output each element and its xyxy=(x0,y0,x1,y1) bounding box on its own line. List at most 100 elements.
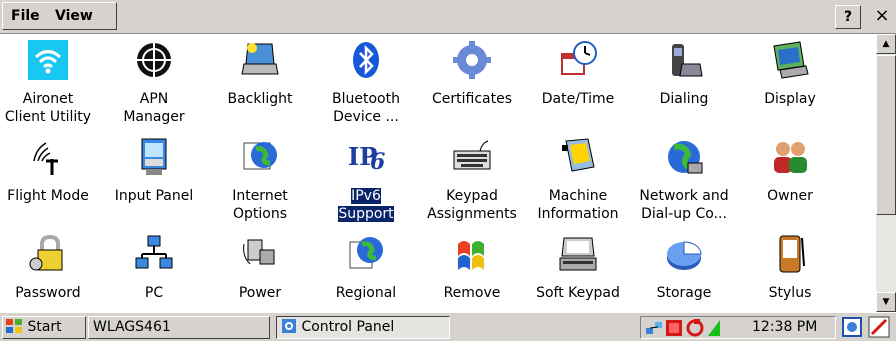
menu-file[interactable]: File xyxy=(11,8,40,24)
control-panel-item-display[interactable]: Display xyxy=(740,40,840,108)
item-label: Machine Information xyxy=(537,188,619,222)
item-label: Internet Options xyxy=(232,188,288,222)
owner-people-icon xyxy=(770,137,810,177)
control-panel-item-stylus[interactable]: Stylus xyxy=(740,234,840,302)
taskbar: Start WLAGS461 Control Panel 12:38 PM xyxy=(0,312,896,341)
item-label: Date/Time xyxy=(541,91,615,107)
scroll-thumb[interactable] xyxy=(876,55,896,215)
item-label: IPv6 Support xyxy=(337,187,395,223)
control-panel-item-flight-mode[interactable]: Flight Mode xyxy=(0,137,98,205)
date-time-clock-icon xyxy=(558,40,598,80)
device-name-label: WLAGS461 xyxy=(93,319,171,335)
clock: 12:38 PM xyxy=(752,319,818,335)
control-panel-item-storage[interactable]: Storage xyxy=(634,234,734,302)
control-panel-icon-grid: Aironet Client Utility APN Manager Backlig… xyxy=(0,34,876,312)
item-label: Backlight xyxy=(227,91,293,107)
vertical-scrollbar[interactable]: ▲ ▼ xyxy=(876,34,896,312)
control-panel-item-owner[interactable]: Owner xyxy=(740,137,840,205)
control-panel-item-input-panel[interactable]: Input Panel xyxy=(104,137,204,205)
item-label: Storage xyxy=(656,285,712,301)
start-label: Start xyxy=(27,319,62,335)
control-panel-item-soft-keypad[interactable]: Soft Keypad xyxy=(528,234,628,302)
red-status-icon[interactable] xyxy=(665,319,683,337)
control-panel-item-certificates[interactable]: Certificates xyxy=(422,40,522,108)
item-label: Password xyxy=(15,285,81,301)
pen-input-icon[interactable] xyxy=(868,316,890,338)
pc-network-icon xyxy=(134,234,174,274)
control-panel-item-backlight[interactable]: Backlight xyxy=(210,40,310,108)
certificates-gear-icon xyxy=(452,40,492,80)
windows-flag-icon xyxy=(6,319,22,333)
scroll-down-button[interactable]: ▼ xyxy=(876,292,896,312)
item-label: Remove xyxy=(443,285,501,301)
control-panel-item-password[interactable]: Password xyxy=(0,234,98,302)
close-button[interactable]: × xyxy=(868,5,896,29)
regional-globe-icon xyxy=(346,234,386,274)
item-label: Keypad Assignments xyxy=(427,188,517,222)
menu-group: File View xyxy=(2,2,117,30)
signal-strength-icon[interactable] xyxy=(707,319,721,337)
help-button[interactable]: ? xyxy=(835,5,861,29)
ipv6-icon: IP 6 xyxy=(346,137,386,177)
dialing-phone-icon xyxy=(664,40,704,80)
control-panel-item-network-and[interactable]: Network and Dial-up Co... xyxy=(634,137,734,223)
control-panel-item-apn[interactable]: APN Manager xyxy=(104,40,204,126)
control-panel-item-aironet[interactable]: Aironet Client Utility xyxy=(0,40,98,126)
network-connection-icon[interactable] xyxy=(644,319,664,337)
item-label: Regional xyxy=(335,285,397,301)
item-label: Network and Dial-up Co... xyxy=(639,188,729,222)
control-panel-item-power[interactable]: Power xyxy=(210,234,310,302)
menu-bar: File View ? × xyxy=(0,0,896,34)
display-monitor-icon xyxy=(770,40,810,80)
bluetooth-icon xyxy=(346,40,386,80)
power-plug-icon xyxy=(240,234,280,274)
flight-mode-antenna-icon xyxy=(28,137,68,177)
password-lock-icon xyxy=(28,234,68,274)
scroll-up-button[interactable]: ▲ xyxy=(876,34,896,54)
item-label: Owner xyxy=(767,188,813,204)
svg-text:6: 6 xyxy=(370,149,385,175)
taskbar-control-panel[interactable]: Control Panel xyxy=(276,316,450,339)
control-panel-item-machine[interactable]: Machine Information xyxy=(528,137,628,223)
item-label: Certificates xyxy=(431,91,512,107)
item-label: Stylus xyxy=(768,285,812,301)
item-label: Display xyxy=(764,91,816,107)
control-panel-item-date-time[interactable]: Date/Time xyxy=(528,40,628,108)
network-globe-icon xyxy=(664,137,704,177)
machine-information-icon xyxy=(558,137,598,177)
control-panel-item-ipv6[interactable]: IP 6 IPv6 Support xyxy=(316,137,416,223)
control-panel-item-keypad[interactable]: Keypad Assignments xyxy=(422,137,522,223)
stylus-device-icon xyxy=(770,234,810,274)
item-label: PC xyxy=(144,285,164,301)
item-label: Soft Keypad xyxy=(536,285,620,301)
control-panel-item-internet[interactable]: Internet Options xyxy=(210,137,310,223)
item-label: Aironet Client Utility xyxy=(4,91,92,125)
item-label: APN Manager xyxy=(123,91,185,125)
control-panel-label: Control Panel xyxy=(301,319,395,335)
item-label: Flight Mode xyxy=(7,188,89,204)
start-button[interactable]: Start xyxy=(2,316,86,339)
control-panel-item-remove[interactable]: Remove xyxy=(422,234,522,302)
keypad-keyboard-icon xyxy=(452,137,492,177)
control-panel-item-regional[interactable]: Regional xyxy=(316,234,416,302)
wifi-icon xyxy=(28,40,68,80)
item-label: Input Panel xyxy=(114,188,194,204)
keyboard-input-icon[interactable] xyxy=(842,317,862,337)
taskbar-device-name[interactable]: WLAGS461 xyxy=(88,316,270,339)
sync-icon[interactable] xyxy=(686,319,704,337)
storage-pie-icon xyxy=(664,234,704,274)
control-panel-icon xyxy=(282,319,296,333)
control-panel-item-bluetooth[interactable]: Bluetooth Device ... xyxy=(316,40,416,126)
remove-programs-icon xyxy=(452,234,492,274)
item-label: Bluetooth Device ... xyxy=(332,91,400,125)
item-label: Dialing xyxy=(659,91,709,107)
apn-globe-icon xyxy=(134,40,174,80)
control-panel-item-dialing[interactable]: Dialing xyxy=(634,40,734,108)
backlight-laptop-icon xyxy=(240,40,280,80)
control-panel-item-pc[interactable]: PC xyxy=(104,234,204,302)
input-panel-icon xyxy=(134,137,174,177)
menu-view[interactable]: View xyxy=(55,8,93,24)
item-label: Power xyxy=(238,285,282,301)
internet-options-globe-icon xyxy=(240,137,280,177)
soft-keypad-icon xyxy=(558,234,598,274)
